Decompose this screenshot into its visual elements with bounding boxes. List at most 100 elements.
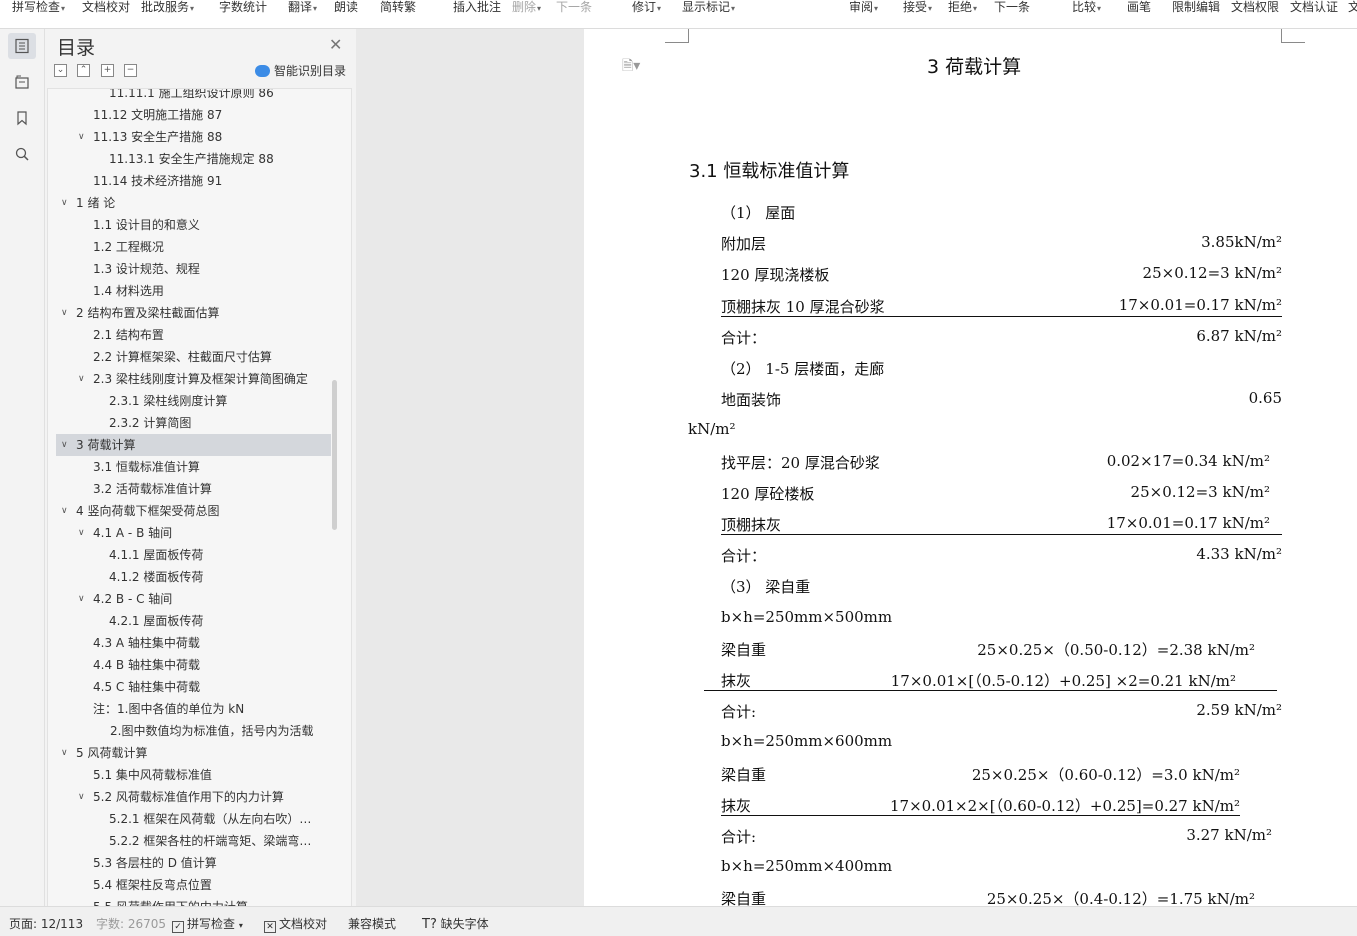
underline-rule — [721, 534, 1282, 535]
toolbar-button[interactable]: 拒绝▾ — [948, 0, 977, 14]
toolbar-button[interactable]: 接受▾ — [903, 0, 932, 14]
toc-panel-icon[interactable] — [8, 33, 36, 59]
toc-item[interactable]: ∨ 1 绪 论 — [48, 192, 348, 214]
toolbar-button[interactable]: 字数统计 — [219, 0, 267, 14]
expand-caret-icon[interactable]: ∨ — [78, 368, 85, 390]
expand-caret-icon[interactable]: ∨ — [61, 192, 68, 214]
toc-item[interactable]: 1.3 设计规范、规程 — [48, 258, 348, 280]
toolbar-button[interactable]: 文档认证 — [1290, 0, 1338, 14]
toolbar-button[interactable]: 插入批注 — [453, 0, 501, 14]
toc-item[interactable]: ∨ 5 风荷载计算 — [48, 742, 348, 764]
toolbar-button[interactable]: 朗读 — [334, 0, 358, 14]
toc-item[interactable]: ∨ 4 竖向荷载下框架受荷总图 — [48, 500, 348, 522]
expand-caret-icon[interactable]: ∨ — [78, 522, 85, 544]
toc-item[interactable]: 2.2 计算框架梁、柱截面尺寸估算 — [48, 346, 348, 368]
toc-item-label: 11.12 文明施工措施 87 — [93, 108, 223, 122]
expand-all-icon[interactable]: ⌄ — [54, 64, 67, 77]
document-options-icon[interactable]: 🗎▾ — [622, 55, 640, 79]
word-count[interactable]: 字数: 26705 — [96, 915, 166, 932]
toc-item[interactable]: 11.14 技术经济措施 91 — [48, 170, 348, 192]
bookmark-icon[interactable] — [8, 105, 36, 131]
toc-item[interactable]: 1.2 工程概况 — [48, 236, 348, 258]
toc-item[interactable]: 4.1.2 楼面板传荷 — [48, 566, 348, 588]
toc-item[interactable]: ∨ 11.13 安全生产措施 88 — [48, 126, 348, 148]
toc-item[interactable]: 4.2.1 屋面板传荷 — [48, 610, 348, 632]
toc-item-label: 1.3 设计规范、规程 — [93, 262, 200, 276]
collapse-all-icon[interactable]: ⌃ — [77, 64, 90, 77]
toc-item[interactable]: ∨ 5.2 风荷载标准值作用下的内力计算 — [48, 786, 348, 808]
expand-caret-icon[interactable]: ∨ — [61, 434, 68, 456]
remove-heading-icon[interactable]: − — [124, 64, 137, 77]
search-icon[interactable] — [8, 141, 36, 167]
expand-caret-icon[interactable]: ∨ — [61, 500, 68, 522]
add-heading-icon[interactable]: + — [101, 64, 114, 77]
toc-item[interactable]: ∨ 4.2 B - C 轴间 — [48, 588, 348, 610]
expand-caret-icon[interactable]: ∨ — [78, 588, 85, 610]
toc-item[interactable]: 5.2.2 框架各柱的杆端弯矩、梁端弯矩计算 — [48, 830, 348, 852]
proofread-status[interactable]: ✕ 文档校对 — [264, 915, 327, 933]
smart-toc-button[interactable]: 智能识别目录 — [255, 62, 346, 79]
toc-item[interactable]: 2.3.1 梁柱线刚度计算 — [48, 390, 348, 412]
expand-caret-icon[interactable]: ∨ — [78, 126, 85, 148]
toolbar-button[interactable]: 简转繁 — [380, 0, 416, 14]
toc-item[interactable]: 3.1 恒载标准值计算 — [48, 456, 348, 478]
toc-item[interactable]: 3.2 活荷载标准值计算 — [48, 478, 348, 500]
toc-item[interactable]: 5.2.1 框架在风荷载（从左向右吹）下的内力 — [48, 808, 348, 830]
toc-item[interactable]: 5.1 集中风荷载标准值 — [48, 764, 348, 786]
toc-panel: 目录 ✕ ⌄ ⌃ + − 智能识别目录 11.11.1 施工组织设计原则 86 1… — [45, 29, 356, 907]
spell-check-status[interactable]: ✓ 拼写检查 ▾ — [172, 915, 243, 933]
toc-item[interactable]: 4.4 B 轴柱集中荷载 — [48, 654, 348, 676]
toolbar-button[interactable]: 翻译▾ — [288, 0, 317, 14]
chapter-navigation-icon[interactable] — [8, 69, 36, 95]
toolbar-button[interactable]: 文档校对 — [82, 0, 130, 14]
document-page[interactable]: 🗎▾ 3 荷载计算 3.1 恒载标准值计算 （1） 屋面 附加层 3.85kN/m²… — [584, 29, 1357, 906]
toolbar-button[interactable]: 画笔 — [1127, 0, 1151, 14]
toc-item[interactable]: 2.1 结构布置 — [48, 324, 348, 346]
toc-item-label: 2.3.1 梁柱线刚度计算 — [109, 394, 228, 408]
expand-caret-icon[interactable]: ∨ — [61, 302, 68, 324]
toolbar-button-label: 画笔 — [1127, 0, 1152, 14]
expand-caret-icon[interactable]: ∨ — [61, 742, 68, 764]
toolbar-button[interactable]: 删除▾ — [512, 0, 541, 14]
toolbar-button-label: 字数统计 — [219, 0, 268, 14]
toolbar-button[interactable]: 限制编辑 — [1172, 0, 1220, 14]
toc-item[interactable]: 5.4 框架柱反弯点位置 — [48, 874, 348, 896]
toolbar-button[interactable]: 批改服务▾ — [141, 0, 194, 14]
toc-scrollbar[interactable] — [332, 380, 337, 530]
toolbar-button[interactable]: 审阅▾ — [849, 0, 878, 14]
status-bar: 页面: 12/113 字数: 26705 ✓ 拼写检查 ▾ ✕ 文档校对 兼容模式 … — [0, 906, 1357, 936]
toc-item[interactable]: ∨ 4.1 A - B 轴间 — [48, 522, 348, 544]
toolbar-button[interactable]: 拼写检查▾ — [12, 0, 65, 14]
toc-item[interactable]: 2.3.2 计算简图 — [48, 412, 348, 434]
toolbar-button[interactable]: 修订▾ — [632, 0, 661, 14]
toc-item[interactable]: 1.4 材料选用 — [48, 280, 348, 302]
toc-item[interactable]: 4.5 C 轴柱集中荷载 — [48, 676, 348, 698]
toc-item[interactable]: 11.11.1 施工组织设计原则 86 — [48, 89, 348, 104]
toolbar-button[interactable]: 下一条 — [994, 0, 1030, 14]
toc-item[interactable]: 11.12 文明施工措施 87 — [48, 104, 348, 126]
toc-item[interactable]: 4.1.1 屋面板传荷 — [48, 544, 348, 566]
toc-item[interactable]: ∨ 2.3 梁柱线刚度计算及框架计算简图确定 — [48, 368, 348, 390]
page-indicator[interactable]: 页面: 12/113 — [9, 915, 83, 932]
toc-item[interactable]: 11.13.1 安全生产措施规定 88 — [48, 148, 348, 170]
expand-caret-icon[interactable]: ∨ — [78, 786, 85, 808]
toolbar-button[interactable]: 显示标记▾ — [682, 0, 735, 14]
missing-font-status[interactable]: T? 缺失字体 — [422, 915, 489, 932]
toc-item[interactable]: ∨ 2 结构布置及梁柱截面估算 — [48, 302, 348, 324]
doc-line-value: 6.87 kN/m² — [1196, 326, 1282, 345]
doc-line-label: 合计: — [721, 828, 757, 846]
toolbar-button[interactable]: 下一条 — [556, 0, 592, 14]
toolbar-button[interactable]: 文档权限 — [1231, 0, 1279, 14]
chevron-down-icon: ▾ — [61, 4, 66, 13]
close-icon[interactable]: ✕ — [329, 35, 342, 54]
toc-item[interactable]: 4.3 A 轴柱集中荷载 — [48, 632, 348, 654]
toc-item[interactable]: 5.3 各层柱的 D 值计算 — [48, 852, 348, 874]
toolbar-button[interactable]: 文 — [1348, 0, 1357, 14]
chevron-down-icon: ▾ — [874, 4, 879, 13]
toc-item[interactable]: 1.1 设计目的和意义 — [48, 214, 348, 236]
toc-item[interactable]: 2.图中数值均为标准值，括号内为活载 — [48, 720, 348, 742]
toc-item[interactable]: ∨ 3 荷载计算 — [56, 434, 331, 456]
compat-mode[interactable]: 兼容模式 — [348, 915, 396, 932]
toolbar-button[interactable]: 比较▾ — [1072, 0, 1101, 14]
toc-item[interactable]: 注：1.图中各值的单位为 kN — [48, 698, 348, 720]
